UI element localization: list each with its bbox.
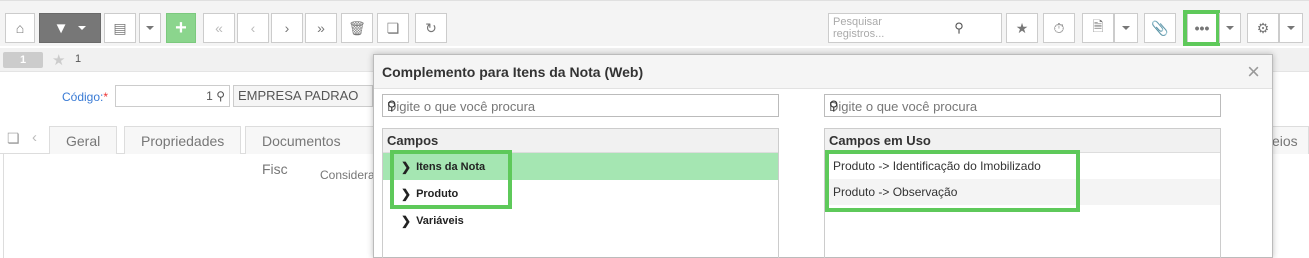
considera-label: Considera: [320, 168, 375, 182]
star-icon: ★: [1015, 19, 1029, 36]
settings-dropdown[interactable]: [1279, 13, 1303, 43]
report-button[interactable]: 🗎: [1082, 13, 1114, 43]
star-icon[interactable]: ★: [52, 51, 65, 69]
copy-button[interactable]: ❏: [377, 13, 409, 43]
double-chevron-left-icon: «: [215, 20, 223, 36]
chevron-left-icon: ‹: [250, 20, 256, 36]
dialog-header: Complemento para Itens da Nota (Web) ×: [374, 55, 1272, 89]
settings-button[interactable]: ⚙: [1247, 13, 1279, 43]
refresh-icon: ↻: [425, 19, 437, 36]
home-icon: ⌂: [15, 20, 25, 36]
tab-propriedades[interactable]: Propriedades: [124, 126, 242, 154]
more-options-dropdown[interactable]: [1219, 13, 1241, 43]
list-icon: ▤: [113, 19, 127, 36]
tab-geral[interactable]: Geral: [49, 126, 118, 154]
highlight-used-fields: [825, 150, 1080, 212]
required-mark: *: [103, 90, 109, 104]
report-dropdown[interactable]: [1114, 13, 1138, 43]
chevron-left-icon[interactable]: ‹: [32, 129, 37, 146]
empresa-field: EMPRESA PADRAO: [233, 85, 373, 107]
report-icon: 🗎: [1092, 18, 1104, 34]
chevron-down-icon: [146, 26, 154, 30]
prev-record-button[interactable]: ‹: [237, 13, 269, 43]
dialog-title: Complemento para Itens da Nota (Web): [382, 64, 644, 80]
search-input[interactable]: Pesquisar registros...: [833, 16, 917, 40]
paperclip-icon: 📎: [1151, 19, 1169, 36]
chevron-down-icon: [78, 26, 87, 30]
chevron-down-icon: [1287, 26, 1295, 30]
trash-icon: 🗑: [348, 19, 366, 36]
highlight-fields: [390, 150, 512, 209]
codigo-value: 1: [206, 89, 213, 103]
record-badge: 1: [3, 52, 43, 68]
tree-item-variaveis[interactable]: ❯ Variáveis: [383, 207, 778, 234]
attachment-button[interactable]: 📎: [1144, 13, 1176, 43]
list-view-button[interactable]: ▤: [104, 13, 136, 43]
chevron-right-icon: ›: [284, 20, 290, 36]
timer-button[interactable]: ⏱: [1043, 13, 1075, 43]
copy-icon[interactable]: ❏: [7, 130, 20, 147]
list-view-dropdown[interactable]: [139, 13, 161, 43]
chevron-down-icon: [1122, 26, 1130, 30]
favorite-button[interactable]: ★: [1006, 13, 1038, 43]
search-icon[interactable]: ⚲: [387, 98, 772, 114]
used-fields-search-input[interactable]: Digite o que você procura ⚲: [824, 94, 1221, 117]
codigo-label-text: Código:: [62, 90, 104, 104]
search-icon[interactable]: ⚲: [917, 20, 1001, 36]
tree-item-label: Variáveis: [416, 214, 464, 227]
stopwatch-icon: ⏱: [1053, 19, 1065, 36]
codigo-field[interactable]: 1 ⚲: [115, 85, 230, 107]
plus-icon: +: [175, 16, 187, 39]
gear-icon: ⚙: [1256, 19, 1270, 36]
search-icon[interactable]: ⚲: [829, 98, 1214, 114]
next-record-button[interactable]: ›: [271, 13, 303, 43]
search-records[interactable]: Pesquisar registros... ⚲: [828, 13, 1002, 43]
search-icon[interactable]: ⚲: [216, 89, 225, 103]
favorite-count: 1: [75, 53, 82, 65]
copy-icon: ❏: [386, 19, 400, 36]
highlight-more-button: [1183, 10, 1220, 46]
filter-button[interactable]: ▼: [39, 13, 101, 43]
last-record-button[interactable]: »: [305, 13, 337, 43]
codigo-label: Código:*: [62, 90, 108, 104]
home-button[interactable]: ⌂: [5, 13, 35, 43]
close-icon[interactable]: ×: [1247, 59, 1260, 85]
chevron-down-icon: [1226, 26, 1234, 30]
add-button[interactable]: +: [166, 13, 196, 43]
first-record-button[interactable]: «: [203, 13, 235, 43]
tab-documentos-fiscais[interactable]: Documentos Fisc: [245, 126, 375, 177]
fields-search-input[interactable]: Digite o que você procura ⚲: [382, 94, 779, 117]
filter-icon: ▼: [53, 19, 69, 37]
complement-dialog: Complemento para Itens da Nota (Web) × D…: [373, 54, 1273, 258]
toolbar: ⌂ ▼ ▤ + « ‹ › » 🗑 ❏ ↻ Pesquisar registro…: [0, 0, 1309, 46]
delete-button[interactable]: 🗑: [341, 13, 373, 43]
refresh-button[interactable]: ↻: [415, 13, 447, 43]
chevron-right-icon[interactable]: ❯: [401, 214, 411, 228]
double-chevron-right-icon: »: [317, 20, 325, 36]
